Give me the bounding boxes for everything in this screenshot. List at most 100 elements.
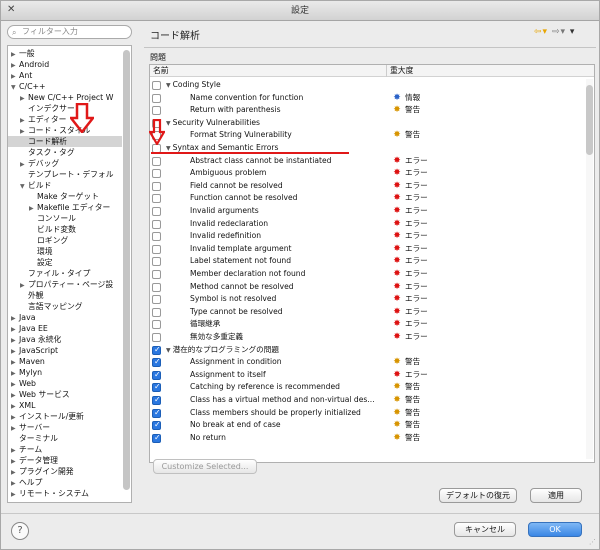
tree-item[interactable]: ▼ ビルド xyxy=(8,180,51,191)
expanded-arrow-icon[interactable]: ▼ xyxy=(166,347,171,354)
enable-checkbox[interactable] xyxy=(152,356,161,369)
enable-checkbox[interactable] xyxy=(152,295,161,305)
enable-checkbox[interactable] xyxy=(152,232,161,242)
problem-row[interactable]: Catching by reference is recommended ✸ 警告 xyxy=(150,381,582,394)
back-icon[interactable]: ⇦▾ xyxy=(534,27,548,37)
tree-item[interactable]: タスク・タグ xyxy=(8,147,75,158)
tree-item[interactable]: ▶ チーム xyxy=(8,444,42,455)
severity-cell[interactable]: ✸ エラー xyxy=(392,218,428,231)
enable-checkbox[interactable] xyxy=(152,106,161,116)
tree-item[interactable]: ファイル・タイプ xyxy=(8,268,90,279)
enable-checkbox[interactable] xyxy=(152,432,161,444)
problem-row[interactable]: Invalid redefinition ✸ エラー xyxy=(150,230,582,243)
tree-item[interactable]: インデクサー xyxy=(8,103,75,114)
severity-cell[interactable]: ✸ エラー xyxy=(392,369,428,382)
severity-cell[interactable]: ✸ エラー xyxy=(392,293,428,306)
tree-item[interactable]: ▶ プロパティー・ページ設 xyxy=(8,279,113,290)
tree-item[interactable]: 外観 xyxy=(8,290,44,301)
problem-row[interactable]: Format String Vulnerability ✸ 警告 xyxy=(150,129,582,142)
cancel-button[interactable]: キャンセル xyxy=(454,522,516,537)
severity-cell[interactable]: ✸ エラー xyxy=(392,331,428,344)
problem-row[interactable]: Assignment to itself ✸ エラー xyxy=(150,369,582,382)
customize-selected-button[interactable]: Customize Selected... xyxy=(153,459,257,474)
severity-cell[interactable]: ✸ 警告 xyxy=(392,394,420,407)
severity-cell[interactable]: ✸ エラー xyxy=(392,306,428,319)
tree-item[interactable]: ▶ ヘルプ xyxy=(8,477,42,488)
tree-item[interactable]: ▶ Android xyxy=(8,59,49,70)
tree-item[interactable]: ターミナル xyxy=(8,433,58,444)
problem-row[interactable]: 循環継承 ✸ エラー xyxy=(150,318,582,331)
severity-cell[interactable]: ✸ 警告 xyxy=(392,129,420,142)
problem-row[interactable]: Type cannot be resolved ✸ エラー xyxy=(150,306,582,319)
tree-item[interactable]: ▶ エディター xyxy=(8,114,66,125)
enable-checkbox[interactable] xyxy=(152,344,161,356)
tree-item[interactable]: ▶ Mylyn xyxy=(8,367,42,378)
problem-row[interactable]: No return ✸ 警告 xyxy=(150,432,582,444)
tree-item[interactable]: ▶ XML xyxy=(8,400,35,411)
ok-button[interactable]: OK xyxy=(528,522,582,537)
severity-cell[interactable]: ✸ 情報 xyxy=(392,92,420,105)
table-scrollbar-thumb[interactable] xyxy=(586,85,593,155)
severity-cell[interactable]: ✸ 警告 xyxy=(392,356,420,369)
expanded-arrow-icon[interactable]: ▼ xyxy=(166,145,171,152)
severity-cell[interactable]: ✸ エラー xyxy=(392,255,428,268)
enable-checkbox[interactable] xyxy=(152,244,161,254)
category-row[interactable]: ▼ Security Vulnerabilities xyxy=(150,117,582,130)
view-menu-icon[interactable]: ▾ xyxy=(570,27,576,37)
problem-row[interactable]: Class members should be properly initial… xyxy=(150,407,582,419)
tree-item[interactable]: コード解析 xyxy=(8,136,122,147)
problem-row[interactable]: No break at end of case ✸ 警告 xyxy=(150,419,582,432)
enable-checkbox[interactable] xyxy=(152,381,161,394)
tree-item[interactable]: ロギング xyxy=(8,235,68,246)
tree-item[interactable]: ▶ Web xyxy=(8,378,36,389)
severity-cell[interactable]: ✸ エラー xyxy=(392,205,428,218)
tree-item[interactable]: ▶ Makefile エディター xyxy=(8,202,110,213)
severity-cell[interactable]: ✸ 警告 xyxy=(392,104,420,117)
enable-checkbox[interactable] xyxy=(152,194,161,204)
enable-checkbox[interactable] xyxy=(152,419,161,432)
tree-item[interactable]: ▶ Java EE xyxy=(8,323,48,334)
category-row[interactable]: ▼潜在的なプログラミングの問題 xyxy=(150,344,582,356)
enable-checkbox[interactable] xyxy=(152,219,161,229)
tree-item[interactable]: ▶ Java xyxy=(8,312,35,323)
tree-item[interactable]: ▶ Java 永続化 xyxy=(8,334,61,345)
tree-item[interactable]: ▶ データ管理 xyxy=(8,455,58,466)
resize-grip[interactable]: ⋰ xyxy=(589,538,596,546)
tree-item[interactable]: ▶ Ant xyxy=(8,70,32,81)
tree-item[interactable]: ビルド変数 xyxy=(8,224,76,235)
tree-item[interactable]: ▶ Maven xyxy=(8,356,45,367)
tree-item[interactable]: ▶ サーバー xyxy=(8,422,50,433)
enable-checkbox[interactable] xyxy=(152,394,161,407)
problem-row[interactable]: Class has a virtual method and non-virtu… xyxy=(150,394,582,407)
tree-item[interactable]: ▶ デバッグ xyxy=(8,158,59,169)
problem-row[interactable]: Ambiguous problem ✸ エラー xyxy=(150,167,582,180)
problem-row[interactable]: Function cannot be resolved ✸ エラー xyxy=(150,192,582,205)
enable-checkbox[interactable] xyxy=(152,257,161,267)
apply-button[interactable]: 適用 xyxy=(530,488,582,503)
tree-item[interactable]: ▶ リモート・システム xyxy=(8,488,89,499)
tree-item[interactable]: コンソール xyxy=(8,213,76,224)
column-header-name[interactable]: 名前 xyxy=(153,65,169,77)
tree-item[interactable]: ▶ プラグイン開発 xyxy=(8,466,74,477)
tree-item[interactable]: ▶ 一般 xyxy=(8,48,35,59)
enable-checkbox[interactable] xyxy=(152,181,161,191)
enable-checkbox[interactable] xyxy=(152,156,161,166)
enable-checkbox[interactable] xyxy=(152,207,161,216)
severity-cell[interactable]: ✸ エラー xyxy=(392,167,428,180)
tree-item[interactable]: ▼ C/C++ xyxy=(8,81,46,92)
problem-row[interactable]: Invalid template argument ✸ エラー xyxy=(150,243,582,256)
tree-item[interactable]: 環境 xyxy=(8,246,53,257)
column-divider[interactable] xyxy=(386,65,387,77)
enable-checkbox[interactable] xyxy=(152,369,161,381)
category-row[interactable]: ▼ Coding Style xyxy=(150,79,582,92)
tree-item[interactable]: テンプレート・デフォル xyxy=(8,169,114,180)
problem-row[interactable]: Return with parenthesis ✸ 警告 xyxy=(150,104,582,117)
tree-item[interactable]: ▶ インストール/更新 xyxy=(8,411,84,422)
problems-table[interactable]: 名前 重大度 ▼ Coding Style Name convention for … xyxy=(149,64,595,463)
severity-cell[interactable]: ✸ 警告 xyxy=(392,419,420,432)
problem-row[interactable]: Assignment in condition ✸ 警告 xyxy=(150,356,582,369)
severity-cell[interactable]: ✸ エラー xyxy=(392,230,428,243)
help-button[interactable]: ? xyxy=(11,522,29,540)
severity-cell[interactable]: ✸ エラー xyxy=(392,281,428,294)
severity-cell[interactable]: ✸ エラー xyxy=(392,180,428,193)
